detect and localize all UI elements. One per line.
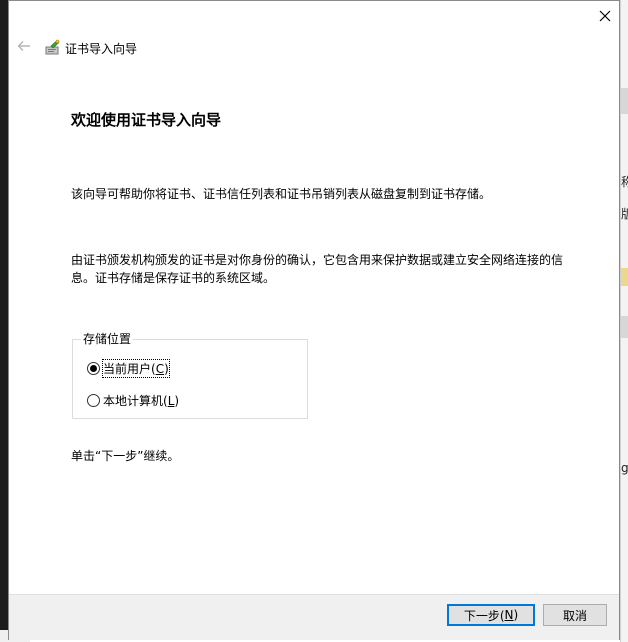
radio-current-user[interactable]: 当前用户(C) [87,359,170,378]
back-arrow-icon [17,41,30,51]
close-icon [599,10,611,22]
background-window-right: 称 版 gl [620,0,628,642]
cancel-button[interactable]: 取消 [543,604,607,626]
radio-current-user-label: 当前用户(C) [102,359,170,378]
radio-local-machine[interactable]: 本地计算机(L) [87,392,179,409]
description-text: 由证书颁发机构颁发的证书是对你身份的确认，它包含用来保护数据或建立安全网络连接的… [71,253,564,285]
radio-button-unselected[interactable] [87,394,100,407]
background-bar [621,88,628,114]
continue-hint: 单击“下一步”继续。 [71,449,180,463]
back-button[interactable] [15,37,33,55]
dialog-footer: 下一步(N) 取消 [9,594,619,640]
background-bar [621,268,628,286]
background-text-fragment: 版 [621,207,628,221]
next-button[interactable]: 下一步(N) [447,604,535,626]
background-text-fragment: gl [621,461,628,475]
radio-local-machine-label: 本地计算机(L) [103,394,180,408]
radio-button-selected[interactable] [87,362,100,375]
background-window-left [0,0,8,642]
close-button[interactable] [593,5,617,27]
background-bar [621,316,628,338]
page-heading: 欢迎使用证书导入向导 [71,111,222,129]
background-text-fragment: 称 [621,175,628,189]
certificate-import-wizard-dialog: 证书导入向导 欢迎使用证书导入向导 该向导可帮助你将证书、证书信任列表和证书吊销… [8,0,620,640]
intro-text: 该向导可帮助你将证书、证书信任列表和证书吊销列表从磁盘复制到证书存储。 [71,187,492,201]
store-location-group: 存储位置 当前用户(C) 本地计算机(L) [72,332,308,419]
wizard-title: 证书导入向导 [65,42,138,56]
certificate-icon [45,39,60,55]
store-location-label: 存储位置 [81,332,134,346]
screen: 称 版 gl 证书导入向导 欢迎使用证书导入向导 该向导可帮助你将证书、证书信任… [0,0,628,642]
radio-dot [90,365,97,372]
